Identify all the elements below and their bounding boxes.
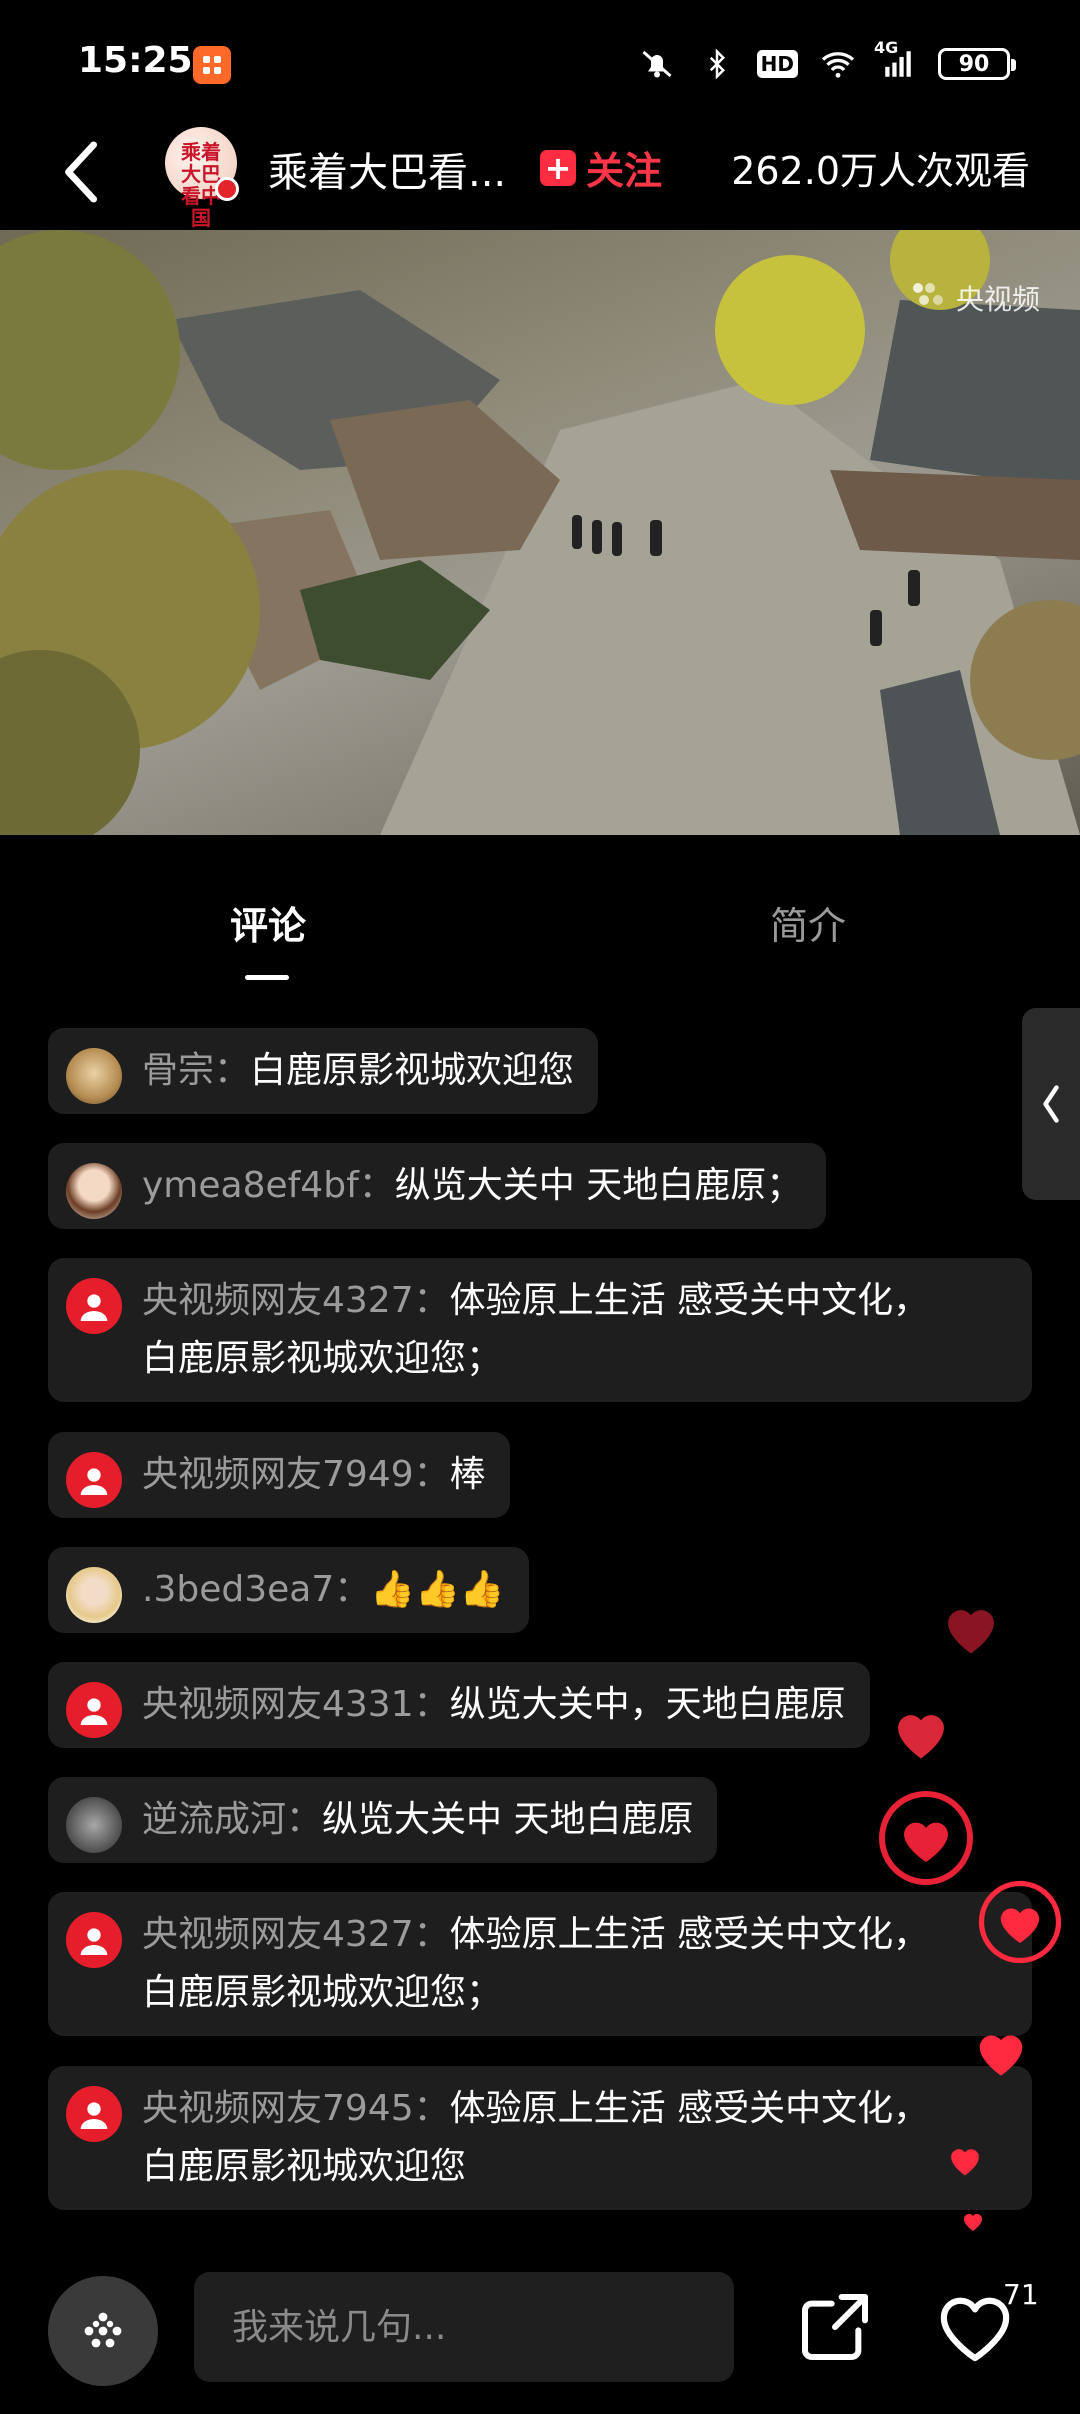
video-frame-scene <box>0 230 1080 835</box>
comment-username: ymea8ef4bf： <box>142 1165 395 1206</box>
cctv-logo-icon <box>908 280 948 317</box>
like-count: 71 <box>1003 2278 1039 2311</box>
floating-heart-icon <box>979 2035 1023 2076</box>
comment-text-line2: 白鹿原影视城欢迎您； <box>142 1338 503 1379</box>
comment-text: 纵览大关中 天地白鹿原 <box>322 1799 694 1840</box>
view-count: 262.0万人次观看 <box>731 149 1030 193</box>
battery-indicator: 90 <box>938 48 1016 80</box>
comment-item[interactable]: .3bed3ea7：👍👍👍 <box>48 1547 529 1633</box>
comment-username: 央视频网友4331： <box>142 1684 450 1725</box>
comment-input[interactable] <box>194 2272 734 2382</box>
comment-text: 体验原上生活 感受关中文化， <box>449 2088 930 2129</box>
comment-text: 纵览大关中 天地白鹿原； <box>394 1165 803 1206</box>
share-button[interactable] <box>790 2282 880 2372</box>
follow-label: 关注 <box>586 149 663 193</box>
status-time: 15:25 <box>78 40 193 81</box>
chevron-left-icon <box>65 141 98 203</box>
back-button[interactable] <box>52 132 112 212</box>
default-user-avatar-icon[interactable] <box>66 2086 122 2142</box>
user-avatar[interactable] <box>66 1567 122 1623</box>
hd-badge: HD <box>756 50 798 78</box>
default-user-avatar-icon[interactable] <box>66 1682 122 1738</box>
comment-text: 纵览大关中，天地白鹿原 <box>449 1684 846 1725</box>
comment-username: 央视频网友4327： <box>142 1280 450 1321</box>
bluetooth-icon <box>697 44 737 84</box>
content-tabs: 评论 简介 <box>0 835 1080 985</box>
comment-username: 逆流成河： <box>142 1799 323 1840</box>
floating-heart-icon <box>879 1791 973 1885</box>
user-avatar[interactable] <box>66 1163 122 1219</box>
channel-avatar[interactable]: 乘着大巴看中国 <box>165 127 239 229</box>
comment-username: 央视频网友4327： <box>142 1914 450 1955</box>
dots-pattern-icon <box>84 2312 122 2348</box>
comment-item[interactable]: 骨宗：白鹿原影视城欢迎您 <box>48 1028 599 1114</box>
network-type-label: 4G <box>874 38 899 57</box>
comment-text: 👍👍👍 <box>370 1569 505 1610</box>
floating-heart-icon <box>951 2149 979 2176</box>
floating-heart-icon <box>964 2214 982 2231</box>
comment-username: .3bed3ea7： <box>142 1569 371 1610</box>
tab-intro[interactable]: 简介 <box>770 895 846 950</box>
comment-item[interactable]: 央视频网友7949：棒 <box>48 1432 510 1518</box>
tab-comments[interactable]: 评论 <box>230 895 306 950</box>
app-notification-icon <box>193 46 231 84</box>
comment-text-line2: 白鹿原影视城欢迎您； <box>142 1972 503 2013</box>
watermark-text: 央视频 <box>955 283 1040 316</box>
comment-text: 棒 <box>449 1454 486 1495</box>
gift-button[interactable] <box>48 2276 158 2386</box>
plus-icon: + <box>540 149 576 186</box>
active-tab-indicator <box>245 975 289 980</box>
video-header: 乘着大巴看中国 乘着大巴看... + 关注 262.0万人次观看 <box>0 120 1080 230</box>
comment-username: 央视频网友7945： <box>142 2088 450 2129</box>
default-user-avatar-icon[interactable] <box>66 1912 122 1968</box>
comment-item[interactable]: 逆流成河：纵览大关中 天地白鹿原 <box>48 1777 718 1863</box>
video-player[interactable]: 央视频 <box>0 230 1080 835</box>
floating-heart-icon <box>898 1715 944 1759</box>
comment-username: 骨宗： <box>142 1050 251 1091</box>
chevron-left-icon <box>1043 1085 1059 1123</box>
user-avatar[interactable] <box>66 1048 122 1104</box>
verified-badge-icon <box>215 177 239 201</box>
comment-text: 白鹿原影视城欢迎您 <box>250 1050 575 1091</box>
comment-item[interactable]: ymea8ef4bf：纵览大关中 天地白鹿原； <box>48 1143 827 1229</box>
mute-bell-icon <box>637 44 677 84</box>
status-bar: 15:25 HD 4G 90 <box>0 0 1080 120</box>
share-icon <box>802 2294 868 2360</box>
comment-item[interactable]: 央视频网友4327：体验原上生活 感受关中文化， 白鹿原影视城欢迎您； <box>48 1892 1032 2036</box>
follow-button[interactable]: + 关注 <box>540 140 662 195</box>
default-user-avatar-icon[interactable] <box>66 1452 122 1508</box>
comment-text: 体验原上生活 感受关中文化， <box>449 1280 930 1321</box>
status-icons: HD 4G 90 <box>637 38 1016 84</box>
channel-name[interactable]: 乘着大巴看... <box>268 140 506 198</box>
floating-heart-icon <box>978 1880 1062 1964</box>
comment-item[interactable]: 央视频网友4331：纵览大关中，天地白鹿原 <box>48 1662 870 1748</box>
bottom-action-bar <box>0 2260 1080 2414</box>
comment-item[interactable]: 央视频网友4327：体验原上生活 感受关中文化， 白鹿原影视城欢迎您； <box>48 1258 1032 1402</box>
user-avatar[interactable] <box>66 1797 122 1853</box>
floating-heart-icon <box>948 1610 994 1654</box>
video-watermark: 央视频 <box>908 278 1040 318</box>
cellular-signal-icon: 4G <box>874 38 918 84</box>
wifi-icon <box>818 44 858 84</box>
comment-username: 央视频网友7949： <box>142 1454 450 1495</box>
comment-text: 体验原上生活 感受关中文化， <box>449 1914 930 1955</box>
side-panel-toggle[interactable] <box>1022 1008 1080 1200</box>
comment-item[interactable]: 央视频网友7945：体验原上生活 感受关中文化， 白鹿原影视城欢迎您 <box>48 2066 1032 2210</box>
comment-text-line2: 白鹿原影视城欢迎您 <box>142 2146 467 2187</box>
default-user-avatar-icon[interactable] <box>66 1278 122 1334</box>
